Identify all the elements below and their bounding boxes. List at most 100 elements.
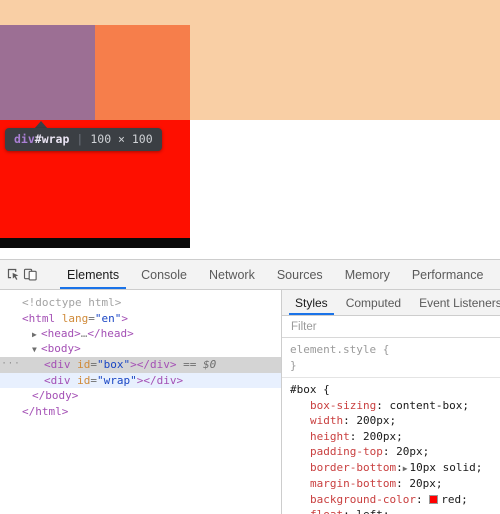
tab-styles-label: Styles	[295, 295, 328, 310]
declaration-background-color[interactable]: background-color: red;	[290, 492, 500, 508]
device-toolbar-icon[interactable]	[23, 263, 38, 287]
property-value: red;	[441, 492, 468, 506]
head-tag-name: head	[47, 326, 75, 340]
tab-performance[interactable]: Performance	[401, 260, 495, 289]
tooltip-dimensions: 100 × 100	[90, 132, 153, 146]
devtools-body: <!doctype html> <html lang="en"> ▶ <head>…	[0, 290, 500, 514]
box-attr-name: id	[77, 358, 91, 371]
property-value: 200px;	[356, 414, 397, 427]
declaration-box-sizing[interactable]: box-sizing: content-box;	[290, 398, 500, 414]
html-node: <html lang="en">	[22, 311, 128, 325]
tab-event-listeners[interactable]: Event Listeners	[410, 290, 500, 315]
dom-row-body-close[interactable]: </body>	[0, 388, 281, 404]
tab-computed-label: Computed	[345, 295, 402, 310]
doctype-text: <!doctype html>	[22, 296, 122, 309]
declaration-padding-top[interactable]: padding-top: 20px;	[290, 444, 500, 460]
property-name: width	[310, 414, 344, 427]
tab-elements[interactable]: Elements	[56, 260, 130, 289]
dom-row-html[interactable]: <html lang="en">	[0, 311, 281, 327]
property-name: border-bottom	[310, 460, 397, 474]
tab-memory[interactable]: Memory	[334, 260, 401, 289]
color-swatch-icon[interactable]	[429, 494, 439, 504]
tab-performance-label: Performance	[411, 267, 484, 282]
tab-application[interactable]: A	[494, 260, 500, 289]
dom-row-body-open[interactable]: ▼ <body>	[0, 342, 281, 358]
box-bottom-border	[0, 238, 190, 248]
html-close-node: </html>	[22, 404, 69, 418]
tab-console[interactable]: Console	[130, 260, 198, 289]
declaration-float[interactable]: float: left;	[290, 507, 500, 514]
dom-row-doctype[interactable]: <!doctype html>	[0, 295, 281, 311]
declaration-width[interactable]: width: 200px;	[290, 413, 500, 429]
property-name: margin-bottom	[310, 477, 397, 490]
property-name: height	[310, 429, 350, 443]
inspect-element-icon[interactable]	[6, 263, 21, 287]
dom-row-div-wrap[interactable]: <div id="wrap"></div>	[0, 372, 281, 388]
property-name: box-sizing	[310, 398, 377, 412]
property-value: 200px;	[363, 429, 403, 443]
element-info-tooltip: div #wrap | 100 × 100	[5, 128, 162, 151]
tab-sources[interactable]: Sources	[266, 260, 334, 289]
html-attr-value: "en"	[94, 311, 122, 325]
property-value: left;	[356, 508, 389, 514]
wrap-attr-name: id	[77, 373, 91, 387]
styles-rules-list: element.style { } #box { box-sizing: con…	[282, 338, 500, 514]
div-box-node: <div id="box"></div> == $0	[44, 358, 217, 371]
declaration-height[interactable]: height: 200px;	[290, 429, 500, 445]
console-reference: $0	[203, 358, 217, 371]
devtools-toolbar: Elements Console Network Sources Memory …	[0, 260, 500, 290]
property-value: content-box;	[389, 398, 469, 412]
property-name: padding-top	[310, 445, 383, 458]
tooltip-element-id: #wrap	[34, 132, 70, 146]
tab-styles[interactable]: Styles	[286, 290, 337, 315]
body-node: ▼ <body>	[22, 341, 281, 358]
body-tag-name: body	[47, 342, 75, 355]
chevron-down-icon[interactable]: ▼	[32, 342, 41, 358]
highlighted-element-overlay	[0, 25, 95, 120]
dom-tree-panel: <!doctype html> <html lang="en"> ▶ <head>…	[0, 290, 282, 514]
property-name: float	[290, 507, 343, 514]
tab-sources-label: Sources	[276, 267, 323, 282]
property-value: 20px;	[409, 477, 443, 490]
declaration-border-bottom[interactable]: border-bottom:▶ 10px solid;	[290, 460, 500, 477]
tab-elements-label: Elements	[67, 267, 120, 282]
styles-filter-input[interactable]: Filter	[282, 316, 500, 338]
tab-event-listeners-label: Event Listeners	[419, 295, 500, 310]
body-close-node: </body>	[32, 389, 79, 402]
tab-network[interactable]: Network	[198, 260, 266, 289]
styles-panel-tabs: Styles Computed Event Listeners	[282, 290, 500, 316]
property-value: 10px solid;	[409, 460, 483, 474]
dom-ellipsis-badge[interactable]: ···	[0, 357, 22, 373]
html-attr-name: lang	[61, 311, 89, 325]
box-rule-selector: #box {	[290, 383, 330, 396]
styles-filter-placeholder: Filter	[291, 320, 317, 333]
box-rule[interactable]: #box { box-sizing: content-box; width: 2…	[282, 382, 500, 514]
element-style-selector: element.style {	[290, 343, 390, 356]
tooltip-separator: |	[76, 132, 84, 146]
declaration-margin-bottom[interactable]: margin-bottom: 20px;	[290, 476, 500, 492]
expand-shorthand-icon[interactable]: ▶	[403, 461, 408, 477]
box-attr-value: "box"	[97, 358, 131, 371]
dom-row-head[interactable]: ▶ <head>…</head>	[0, 326, 281, 342]
element-style-close: }	[290, 358, 297, 372]
property-name: background-color	[310, 492, 416, 506]
tooltip-tag-name: div	[14, 132, 35, 146]
tab-memory-label: Memory	[344, 267, 390, 282]
element-padding-overlay	[95, 25, 190, 120]
styles-panel: Styles Computed Event Listeners Filter e…	[282, 290, 500, 514]
html-tag-name: html	[28, 311, 56, 325]
tab-network-label: Network	[208, 267, 255, 282]
div-wrap-node: <div id="wrap"></div>	[44, 373, 184, 387]
dom-row-html-close[interactable]: </html>	[0, 404, 281, 420]
head-node: ▶ <head>…</head>	[22, 326, 281, 343]
devtools-panel: Elements Console Network Sources Memory …	[0, 259, 500, 514]
tab-console-label: Console	[141, 267, 187, 282]
wrap-attr-value: "wrap"	[97, 373, 137, 387]
dom-row-div-box[interactable]: ··· <div id="box"></div> == $0	[0, 357, 281, 373]
chevron-right-icon[interactable]: ▶	[32, 327, 41, 343]
tab-computed[interactable]: Computed	[337, 290, 410, 315]
rule-divider	[282, 377, 500, 378]
element-style-rule[interactable]: element.style { }	[282, 342, 500, 373]
page-viewport: div #wrap | 100 × 100	[0, 0, 500, 259]
property-value: 20px;	[396, 445, 430, 458]
